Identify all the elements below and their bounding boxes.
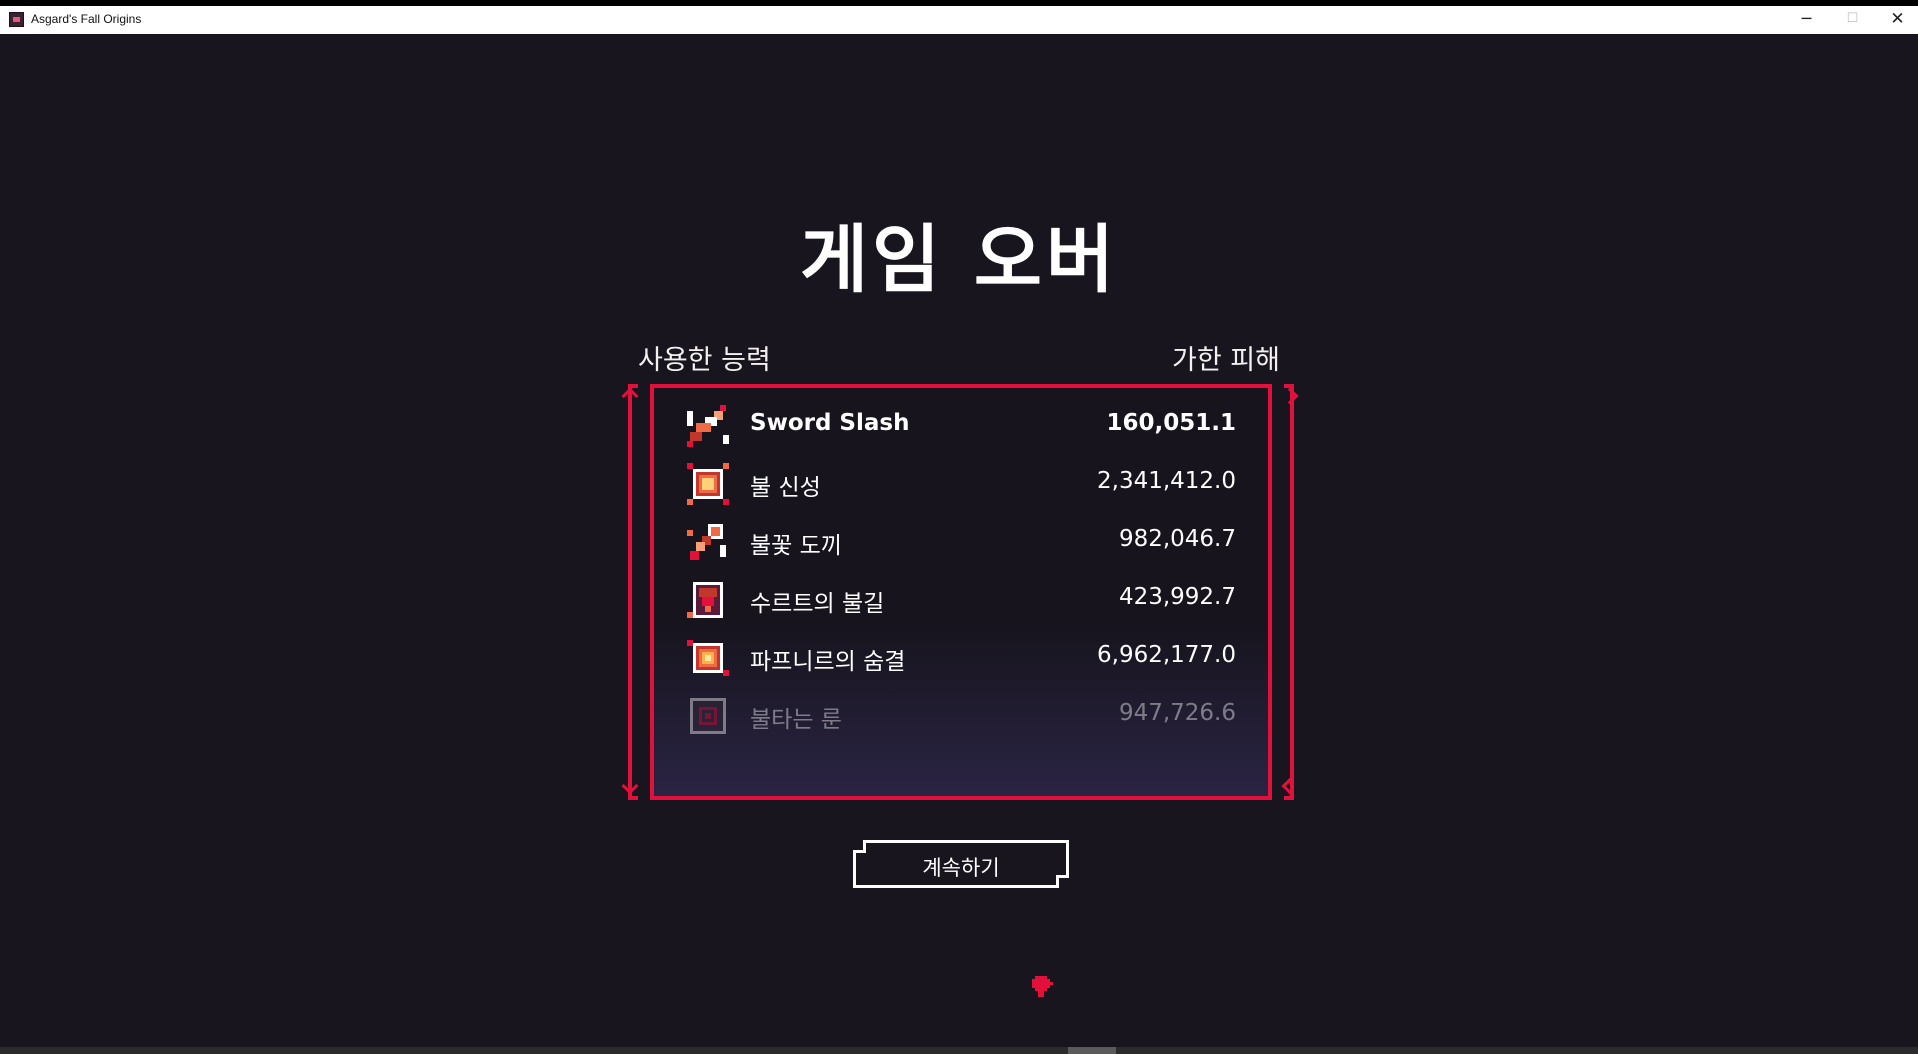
close-button[interactable]: ✕	[1875, 6, 1918, 34]
minimize-button[interactable]: ─	[1784, 6, 1829, 34]
panel-left-bracket	[628, 384, 638, 800]
ability-damage-value: 160,051.1	[1106, 410, 1237, 436]
ability-damage-value: 2,341,412.0	[1097, 468, 1236, 494]
ability-name: 불꽃 도끼	[750, 533, 842, 559]
damage-dealt-header: 가한 피해	[1172, 345, 1280, 376]
app-icon	[9, 12, 24, 27]
ability-row: Sword Slash 160,051.1	[684, 400, 1236, 452]
game-over-title: 게임 오버	[799, 217, 1119, 303]
ability-name: 파프니르의 숨결	[750, 649, 906, 675]
ability-name: 불타는 룬	[750, 707, 842, 733]
ability-damage-value: 982,046.7	[1118, 526, 1236, 552]
continue-button-label: 계속하기	[922, 856, 1000, 880]
flame-axe-icon	[687, 524, 726, 560]
burning-rune-icon	[690, 698, 726, 734]
ability-damage-value: 423,992.7	[1118, 584, 1236, 610]
surtr-flame-icon	[687, 582, 723, 618]
ability-row: 불타는 룬 947,726.6	[684, 690, 1236, 742]
ability-row: 불꽃 도끼 982,046.7	[684, 516, 1236, 568]
ability-name: 불 신성	[750, 475, 821, 501]
sword-slash-icon	[687, 405, 729, 447]
ability-row: 불 신성 2,341,412.0	[684, 458, 1236, 510]
continue-button[interactable]: 계속하기	[853, 840, 1069, 888]
window-title: Asgard's Fall Origins	[31, 12, 142, 26]
panel-right-bracket	[1284, 384, 1294, 800]
ability-row: 파프니르의 숨결 6,962,177.0	[684, 632, 1236, 684]
ability-name: Sword Slash	[750, 410, 910, 436]
fire-nova-icon	[687, 463, 729, 505]
fafnir-breath-icon	[687, 640, 729, 676]
abilities-used-header: 사용한 능력	[638, 345, 771, 376]
ability-name: 수르트의 불길	[750, 591, 885, 617]
taskbar-item[interactable]	[1068, 1047, 1116, 1054]
taskbar-strip	[0, 1047, 1918, 1054]
ability-row: 수르트의 불길 423,992.7	[684, 574, 1236, 626]
maximize-button[interactable]: ☐	[1830, 6, 1875, 34]
cursor-icon	[1032, 976, 1053, 997]
window-titlebar: Asgard's Fall Origins ─ ☐ ✕	[0, 0, 1918, 34]
ability-damage-value: 947,726.6	[1118, 700, 1236, 726]
ability-damage-value: 6,962,177.0	[1097, 642, 1236, 668]
